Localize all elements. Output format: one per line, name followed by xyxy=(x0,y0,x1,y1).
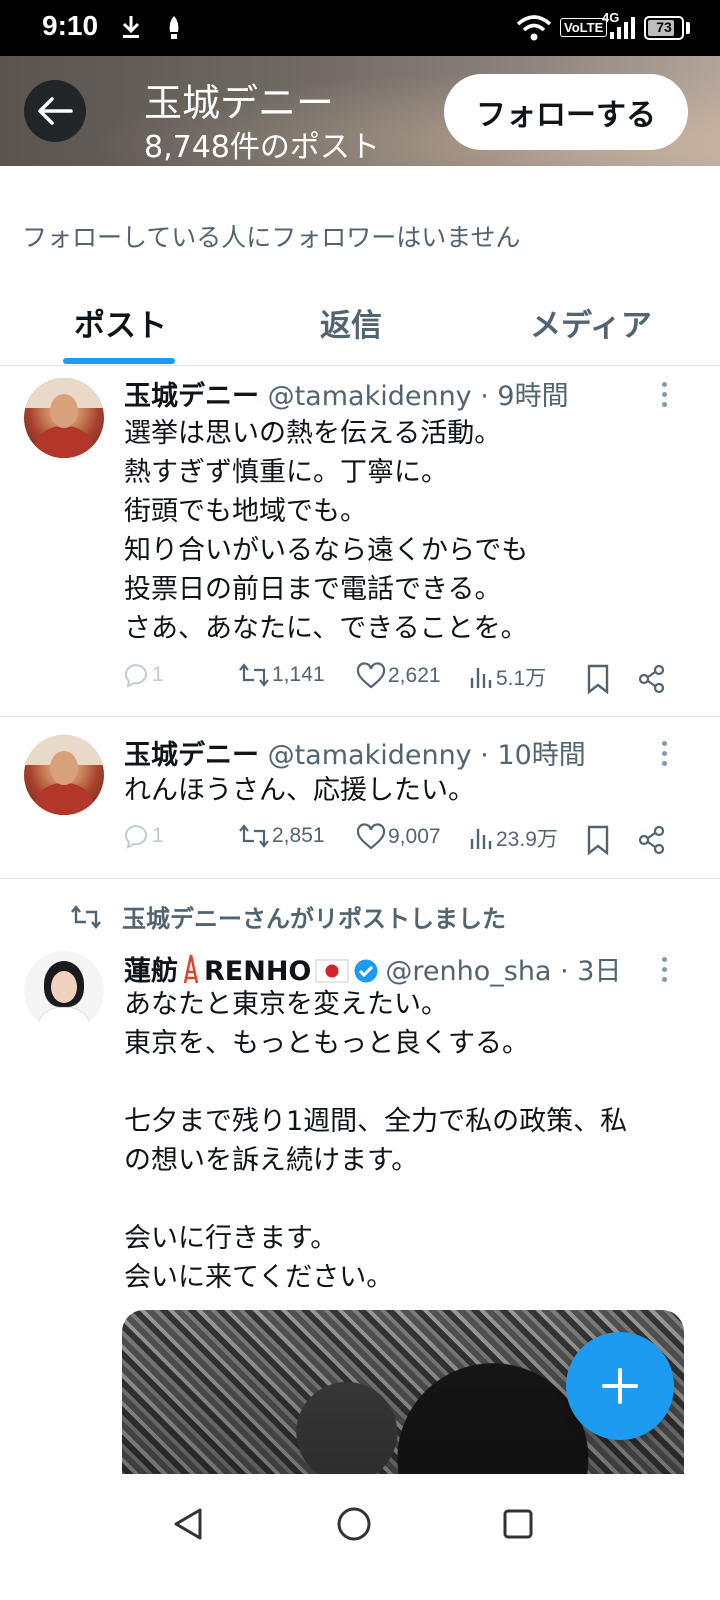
views-icon xyxy=(470,829,492,849)
reply-count: 1 xyxy=(152,663,164,686)
reply-icon xyxy=(125,825,147,849)
views-button[interactable]: 23.9万 xyxy=(468,823,558,853)
avatar[interactable] xyxy=(24,735,104,815)
tweet-author-name[interactable]: 玉城デニー xyxy=(124,740,259,771)
tweet-handle[interactable]: @renho_sha xyxy=(385,956,551,987)
tweet-text: れんほうさん、応援したい。 xyxy=(124,775,475,806)
plus-icon xyxy=(602,1368,638,1404)
repost-button[interactable]: 2,851 xyxy=(238,823,325,849)
signal-icon xyxy=(610,17,635,39)
tweet-handle[interactable]: @tamakidenny xyxy=(268,381,472,412)
tweet-author-name[interactable]: 蓮舫 xyxy=(124,956,178,987)
tweet-handle[interactable]: @tamakidenny xyxy=(268,740,472,771)
tab-posts[interactable]: ポスト xyxy=(74,300,167,345)
bookmark-icon[interactable] xyxy=(586,825,610,855)
repost-button[interactable]: 1,141 xyxy=(238,662,325,688)
verified-badge-icon xyxy=(354,959,378,983)
status-bar: 9:10 VoLTE 4G 73 xyxy=(0,0,720,56)
repost-note-text: 玉城デニーさんがリポストしました xyxy=(122,905,506,933)
header-title: 玉城デニー xyxy=(144,81,335,125)
like-button[interactable]: 9,007 xyxy=(356,823,441,851)
tweet-text: 選挙は思いの熱を伝える活動。 熱すぎず慎重に。丁寧に。 街頭でも地域でも。 知り… xyxy=(124,418,529,644)
tweet[interactable]: 玉城デニー @tamakidenny · 9時間 選挙は思いの熱を伝える活動。 … xyxy=(0,366,720,717)
reply-count: 1 xyxy=(152,824,164,847)
tweet-author-name-suffix[interactable]: RENHO xyxy=(204,956,311,987)
view-count: 23.9万 xyxy=(496,828,558,851)
share-icon[interactable] xyxy=(638,825,666,855)
more-options-icon[interactable] xyxy=(662,741,668,771)
more-options-icon[interactable] xyxy=(662,957,668,987)
repost-note: 玉城デニーさんがリポストしました xyxy=(70,899,506,934)
download-icon xyxy=(122,16,140,38)
back-nav-icon[interactable] xyxy=(170,1504,206,1544)
tab-media[interactable]: メディア xyxy=(530,300,652,345)
profile-header: 玉城デニー 8,748件のポスト フォローする xyxy=(0,56,720,166)
views-button[interactable]: 5.1万 xyxy=(468,662,546,692)
tweet-author-name[interactable]: 玉城デニー xyxy=(124,381,259,412)
profile-tabs: ポスト 返信 メディア xyxy=(0,280,720,366)
more-options-icon[interactable] xyxy=(662,382,668,412)
tweet-time: · 9時間 xyxy=(480,381,569,412)
battery-icon: 73 xyxy=(644,16,684,40)
reply-button[interactable]: 1 xyxy=(122,662,164,688)
tweet-actions: 1 2,851 9,007 23.9万 xyxy=(0,823,720,857)
follow-button[interactable]: フォローする xyxy=(444,74,688,150)
repost-icon xyxy=(239,663,269,687)
volte-badge: VoLTE xyxy=(560,18,608,37)
tweet-actions: 1 1,141 2,621 5.1万 xyxy=(0,662,720,696)
bookmark-icon[interactable] xyxy=(586,664,610,694)
status-time: 9:10 xyxy=(42,10,99,41)
wifi-icon xyxy=(516,15,552,41)
view-count: 5.1万 xyxy=(496,667,547,690)
notification-icon xyxy=(169,16,179,39)
post-count: 8,748件のポスト xyxy=(144,130,380,165)
avatar[interactable] xyxy=(24,951,104,1031)
like-button[interactable]: 2,621 xyxy=(356,662,441,690)
tweet-time: · 3日 xyxy=(560,956,622,987)
back-arrow-icon xyxy=(38,97,73,125)
reply-icon xyxy=(125,664,147,688)
active-tab-indicator xyxy=(63,358,175,364)
battery-level: 73 xyxy=(656,19,672,35)
tokyo-tower-icon xyxy=(183,954,199,984)
tweet-text: あなたと東京を変えたい。 東京を、もっともっと良くする。 七夕まで残り1週間、全… xyxy=(124,989,628,1293)
japan-flag-icon xyxy=(315,959,349,983)
followers-note: フォローしている人にフォロワーはいません xyxy=(22,223,521,252)
reply-button[interactable]: 1 xyxy=(122,823,164,849)
repost-icon xyxy=(239,824,269,848)
system-nav-bar xyxy=(0,1474,720,1600)
like-count: 9,007 xyxy=(388,825,441,848)
share-icon[interactable] xyxy=(638,664,666,694)
recents-nav-icon[interactable] xyxy=(500,1504,536,1544)
home-nav-icon[interactable] xyxy=(334,1504,374,1544)
back-button[interactable] xyxy=(24,80,86,142)
like-count: 2,621 xyxy=(388,664,441,687)
tweet[interactable]: 玉城デニー @tamakidenny · 10時間 れんほうさん、応援したい。 … xyxy=(0,717,720,879)
views-icon xyxy=(470,668,492,688)
repost-count: 2,851 xyxy=(272,824,325,847)
repost-icon xyxy=(71,904,101,929)
tweet-time: · 10時間 xyxy=(480,740,586,771)
heart-icon xyxy=(356,823,386,850)
heart-icon xyxy=(356,662,386,689)
compose-button[interactable] xyxy=(566,1332,674,1440)
tab-replies[interactable]: 返信 xyxy=(320,300,382,345)
repost-count: 1,141 xyxy=(272,663,325,686)
avatar[interactable] xyxy=(24,378,104,458)
